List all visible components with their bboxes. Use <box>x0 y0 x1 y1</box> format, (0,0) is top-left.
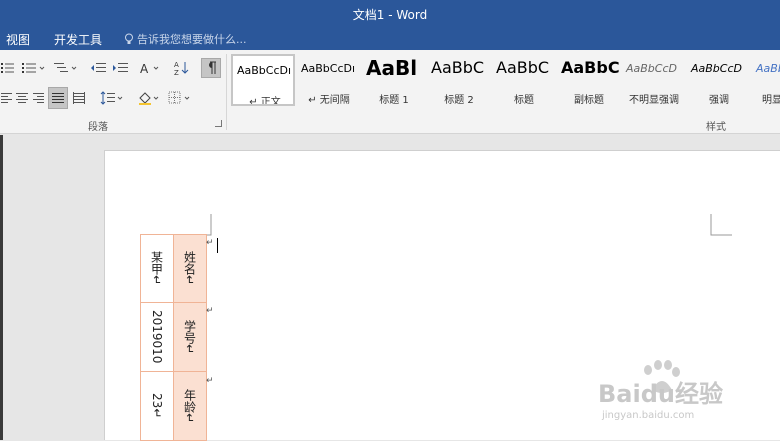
style-emphasis[interactable]: AaBbCcD 强调 <box>687 54 751 106</box>
cell-text: 姓名↵ <box>182 251 197 286</box>
watermark-brand: Baidu经验 <box>598 380 723 408</box>
cell-text: 2019010 <box>150 310 164 364</box>
sort-button[interactable]: AZ <box>172 58 192 78</box>
style-sample: AaBbC <box>496 58 550 77</box>
sort-az-icon: AZ <box>174 61 189 76</box>
table-cell[interactable]: 姓名↵ <box>173 234 207 303</box>
row-end-mark: ↵ <box>206 238 214 248</box>
style-heading-1[interactable]: AaBl 标题 1 <box>362 54 426 106</box>
numbering-button[interactable] <box>20 58 48 78</box>
paint-bucket-icon <box>139 92 159 105</box>
table-cell[interactable]: 年龄↵ <box>173 371 207 441</box>
lightbulb-icon <box>125 33 133 44</box>
style-sample: AaBbCcDı <box>237 64 292 77</box>
margin-corner-mark <box>190 214 212 236</box>
style-name: 明显 <box>762 95 780 106</box>
svg-text:A: A <box>140 62 149 75</box>
tab-developer[interactable]: 开发工具 <box>54 31 102 48</box>
ribbon-tab-bar: 视图 开发工具 告诉我您想要做什么... <box>0 27 780 50</box>
svg-text:Z: Z <box>174 69 179 76</box>
table-cell[interactable]: 2019010 <box>140 302 174 372</box>
style-name: 不明显强调 <box>629 95 679 106</box>
row-end-mark: ↵ <box>206 376 214 386</box>
style-sample: AaBbCcDı <box>301 62 356 75</box>
table-cell[interactable]: 某甲↵ <box>140 234 174 303</box>
style-sample: AaBbC <box>431 58 485 77</box>
style-sample: AaBbCcD <box>626 62 677 75</box>
text-effects-icon: A <box>140 62 159 75</box>
table-cell[interactable]: 学号↵ <box>173 302 207 372</box>
show-marks-button[interactable] <box>201 58 221 78</box>
paragraph-group-label: 段落 <box>88 122 108 133</box>
style-no-spacing[interactable]: AaBbCcDı ↵ 无间隔 <box>297 54 361 106</box>
style-intense-emphasis[interactable]: AaBb 明显 <box>752 54 780 106</box>
justify-icon <box>52 93 64 103</box>
style-name: 副标题 <box>574 95 604 106</box>
align-center-button[interactable] <box>15 88 29 108</box>
bullets-button[interactable] <box>0 58 16 78</box>
distributed-icon <box>73 92 85 104</box>
group-separator <box>226 54 227 130</box>
tab-view[interactable]: 视图 <box>6 31 30 48</box>
style-subtle-emphasis[interactable]: AaBbCcD 不明显强调 <box>622 54 686 106</box>
multilevel-list-button[interactable] <box>52 58 80 78</box>
style-name: ↵ 无间隔 <box>308 95 350 106</box>
align-center-icon <box>16 93 28 103</box>
margin-corner-mark <box>710 214 732 236</box>
style-subtitle[interactable]: AaBbC 副标题 <box>557 54 621 106</box>
line-spacing-icon <box>100 91 123 105</box>
increase-indent-button[interactable] <box>110 58 130 78</box>
style-sample: AaBl <box>366 56 418 80</box>
style-name: 强调 <box>709 95 729 106</box>
align-left-button[interactable] <box>0 88 14 108</box>
style-name: 标题 1 <box>379 95 409 106</box>
multilevel-list-icon <box>54 63 77 72</box>
svg-text:A: A <box>174 61 179 69</box>
style-sample: AaBbCcD <box>691 62 742 75</box>
borders-button[interactable] <box>166 88 194 108</box>
decrease-indent-button[interactable] <box>88 58 108 78</box>
cell-text: 某甲↵ <box>149 251 164 286</box>
justify-button[interactable] <box>48 87 68 109</box>
paragraph-dialog-launcher[interactable] <box>215 120 222 127</box>
style-sample: AaBbC <box>561 58 620 77</box>
decrease-indent-icon <box>91 63 106 72</box>
text-cursor <box>217 238 218 253</box>
window-title: 文档1 - Word <box>352 8 428 22</box>
style-name: 标题 <box>514 95 534 106</box>
watermark-url: jingyan.baidu.com <box>602 410 695 421</box>
line-spacing-button[interactable] <box>98 88 126 108</box>
title-bar: 文档1 - Word <box>0 0 780 27</box>
bullet-list-icon <box>1 63 14 73</box>
style-sample: AaBb <box>756 62 780 75</box>
cell-text: 年龄↵ <box>182 388 197 424</box>
style-normal[interactable]: AaBbCcDı ↵ 正文 <box>231 54 295 106</box>
table-cell[interactable]: 23↵ <box>140 371 174 441</box>
paragraph-mark-icon <box>209 61 216 74</box>
text-direction-button[interactable]: A <box>138 58 164 78</box>
cell-text: 学号↵ <box>182 319 197 355</box>
increase-indent-icon <box>113 63 128 72</box>
borders-icon <box>168 91 190 104</box>
numbered-list-icon <box>22 63 45 73</box>
ribbon: A AZ 段落 AaBbCcDı ↵ 正文 AaBbCcDı ↵ 无间隔 AaB… <box>0 50 780 134</box>
tell-me-search[interactable]: 告诉我您想要做什么... <box>124 31 247 47</box>
style-name: 标题 2 <box>444 95 474 106</box>
align-right-button[interactable] <box>31 88 45 108</box>
style-heading-2[interactable]: AaBbC 标题 2 <box>427 54 491 106</box>
watermark: Baidu经验 jingyan.baidu.com <box>590 360 750 430</box>
style-title[interactable]: AaBbC 标题 <box>492 54 556 106</box>
style-name: ↵ 正文 <box>249 97 281 106</box>
row-end-mark: ↵ <box>206 306 214 316</box>
align-left-icon <box>1 93 12 103</box>
tell-me-text: 告诉我您想要做什么... <box>137 33 247 46</box>
distributed-button[interactable] <box>70 88 88 108</box>
styles-group-label: 样式 <box>706 122 726 133</box>
align-right-icon <box>33 93 44 103</box>
shading-button[interactable] <box>136 88 162 108</box>
cell-text: 23↵ <box>150 393 164 419</box>
